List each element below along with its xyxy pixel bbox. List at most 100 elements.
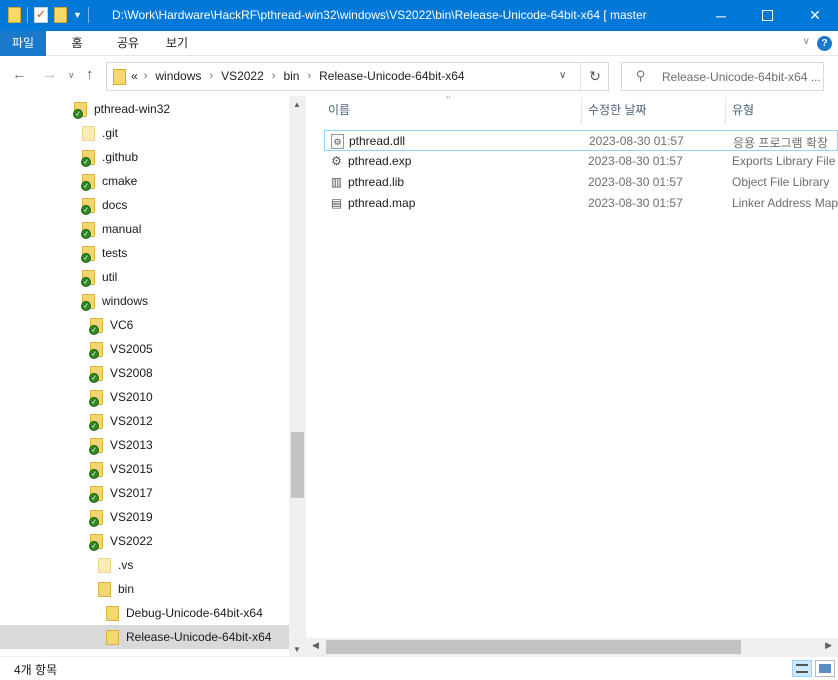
tree-item[interactable]: ✓ VS2012 — [0, 409, 289, 433]
tree-item[interactable]: Release-Unicode-64bit-x64 — [0, 625, 289, 649]
address-history-icon[interactable]: ∨ — [559, 70, 566, 81]
properties-icon[interactable] — [34, 7, 48, 23]
new-folder-icon[interactable] — [54, 7, 67, 23]
refresh-button[interactable]: ↻ — [580, 63, 609, 90]
column-header-name[interactable]: 이름 — [328, 96, 350, 124]
column-header-type[interactable]: 유형 — [732, 96, 754, 124]
file-row[interactable]: ▥ pthread.lib 2023-08-30 01:57 Object File … — [324, 172, 838, 193]
tree-item-label: Release-Unicode-64bit-x64 — [126, 630, 272, 644]
navigation-pane[interactable]: ✓ pthread-win32 .git ✓ .github ✓ cmake ✓ docs ✓ ma… — [0, 96, 306, 656]
file-row[interactable]: ⚙ pthread.exp 2023-08-30 01:57 Exports Libr… — [324, 151, 838, 172]
chevron-right-icon: › — [143, 70, 148, 82]
chevron-right-icon[interactable]: › — [209, 70, 213, 82]
tree-item[interactable]: .git — [0, 121, 289, 145]
breadcrumb-windows[interactable]: windows — [155, 69, 201, 83]
tree-item[interactable]: ✓ VS2022 — [0, 529, 289, 553]
tab-share[interactable]: 공유 — [108, 31, 148, 56]
map-file-icon: ▤ — [330, 196, 343, 210]
tree-item-label: bin — [118, 582, 135, 596]
large-icons-view-button[interactable] — [815, 660, 835, 677]
git-status-badge-icon: ✓ — [89, 349, 99, 359]
tree-item[interactable]: ✓ windows — [0, 289, 289, 313]
tree-item[interactable]: Debug-Unicode-64bit-x64 — [0, 601, 289, 625]
git-status-badge-icon: ✓ — [81, 253, 91, 263]
tree-item[interactable]: ✓ VC6 — [0, 313, 289, 337]
address-bar[interactable]: « › windows › VS2022 › bin › Release-Uni… — [106, 62, 609, 91]
chevron-right-icon[interactable]: › — [272, 70, 276, 82]
column-header-date[interactable]: 수정한 날짜 — [588, 96, 647, 124]
customize-qat-icon[interactable]: ▼ — [73, 10, 82, 20]
large-icons-view-icon — [819, 664, 831, 673]
file-name: pthread.lib — [348, 175, 405, 189]
tree-item[interactable]: ✓ manual — [0, 217, 289, 241]
horizontal-scrollbar[interactable]: ◀ ▶ — [306, 638, 838, 656]
ribbon-tabs: 파일 홈 공유 보기 ∨ ? — [0, 31, 838, 56]
close-button[interactable]: ✕ — [792, 0, 838, 31]
scroll-right-icon[interactable]: ▶ — [825, 640, 832, 651]
search-input[interactable]: ⚲ Release-Unicode-64bit-x64 ... — [621, 62, 824, 91]
file-list[interactable]: 이름 ^ 수정한 날짜 유형 ⚙ pthread.dll 2023-08-30 01… — [306, 96, 838, 656]
nav-pane-scrollbar[interactable]: ▲ ▼ — [289, 96, 306, 656]
file-date: 2023-08-30 01:57 — [589, 134, 684, 148]
tree-item[interactable]: ✓ VS2017 — [0, 481, 289, 505]
folder-icon — [106, 606, 119, 621]
tree-item[interactable]: ✓ VS2005 — [0, 337, 289, 361]
tab-file[interactable]: 파일 — [0, 31, 46, 56]
scroll-left-icon[interactable]: ◀ — [312, 640, 319, 651]
breadcrumb-vs2022[interactable]: VS2022 — [221, 69, 264, 83]
breadcrumb-release[interactable]: Release-Unicode-64bit-x64 — [319, 69, 464, 83]
tab-home[interactable]: 홈 — [60, 31, 94, 56]
tree-item[interactable]: ✓ VS2015 — [0, 457, 289, 481]
tree-item[interactable]: ✓ tests — [0, 241, 289, 265]
tree-item[interactable]: bin — [0, 577, 289, 601]
git-status-badge-icon: ✓ — [89, 493, 99, 503]
scroll-up-icon[interactable]: ▲ — [293, 100, 301, 109]
scrollbar-thumb[interactable] — [326, 640, 741, 654]
tree-item[interactable]: ✓ docs — [0, 193, 289, 217]
file-row[interactable]: ⚙ pthread.dll 2023-08-30 01:57 응용 프로그램 확장 — [324, 130, 838, 151]
tree-item[interactable]: ✓ cmake — [0, 169, 289, 193]
recent-locations-icon[interactable]: ∨ — [68, 70, 75, 81]
sort-ascending-icon: ^ — [446, 96, 451, 105]
tree-item[interactable]: ✓ VS2013 — [0, 433, 289, 457]
git-status-badge-icon: ✓ — [89, 421, 99, 431]
tree-item[interactable]: ✓ VS2008 — [0, 361, 289, 385]
details-view-button[interactable] — [792, 660, 812, 677]
forward-button[interactable]: → — [42, 66, 57, 83]
search-placeholder: Release-Unicode-64bit-x64 ... — [662, 70, 821, 84]
file-type: Exports Library File — [732, 154, 836, 168]
breadcrumb-overflow[interactable]: « — [131, 69, 138, 83]
git-status-badge-icon: ✓ — [73, 109, 83, 119]
file-date: 2023-08-30 01:57 — [588, 154, 683, 168]
breadcrumb-bin[interactable]: bin — [283, 69, 299, 83]
lib-file-icon: ▥ — [330, 175, 343, 189]
tree-item[interactable]: ✓ pthread-win32 — [0, 97, 289, 121]
file-row[interactable]: ▤ pthread.map 2023-08-30 01:57 Linker Addre… — [324, 193, 838, 214]
tree-item[interactable]: ✓ VS2010 — [0, 385, 289, 409]
git-status-badge-icon: ✓ — [89, 445, 99, 455]
column-divider[interactable] — [581, 98, 582, 124]
tree-item[interactable]: ✓ VS2019 — [0, 505, 289, 529]
tree-item-label: VS2012 — [110, 414, 153, 428]
git-status-badge-icon: ✓ — [81, 277, 91, 287]
tree-item-label: VC6 — [110, 318, 134, 332]
help-icon[interactable]: ? — [817, 36, 832, 51]
title-bar: ▼ D:\Work\Hardware\HackRF\pthread-win32\… — [0, 0, 838, 31]
tab-view[interactable]: 보기 — [160, 31, 194, 56]
scroll-down-icon[interactable]: ▼ — [293, 645, 301, 654]
tree-item[interactable]: ✓ util — [0, 265, 289, 289]
up-button[interactable]: ↑ — [86, 66, 94, 83]
scrollbar-thumb[interactable] — [291, 432, 304, 498]
column-divider[interactable] — [725, 98, 726, 124]
tree-item[interactable]: ✓ .github — [0, 145, 289, 169]
chevron-right-icon[interactable]: › — [307, 70, 311, 82]
git-status-badge-icon: ✓ — [81, 157, 91, 167]
back-button[interactable]: ← — [12, 66, 27, 83]
tree-item[interactable]: .vs — [0, 553, 289, 577]
folder-icon — [82, 126, 95, 141]
expand-ribbon-icon[interactable]: ∨ — [803, 36, 810, 47]
maximize-button[interactable] — [744, 0, 790, 31]
minimize-button[interactable]: ─ — [698, 0, 744, 31]
folder-icon — [98, 582, 111, 597]
tree-item-label: VS2017 — [110, 486, 153, 500]
